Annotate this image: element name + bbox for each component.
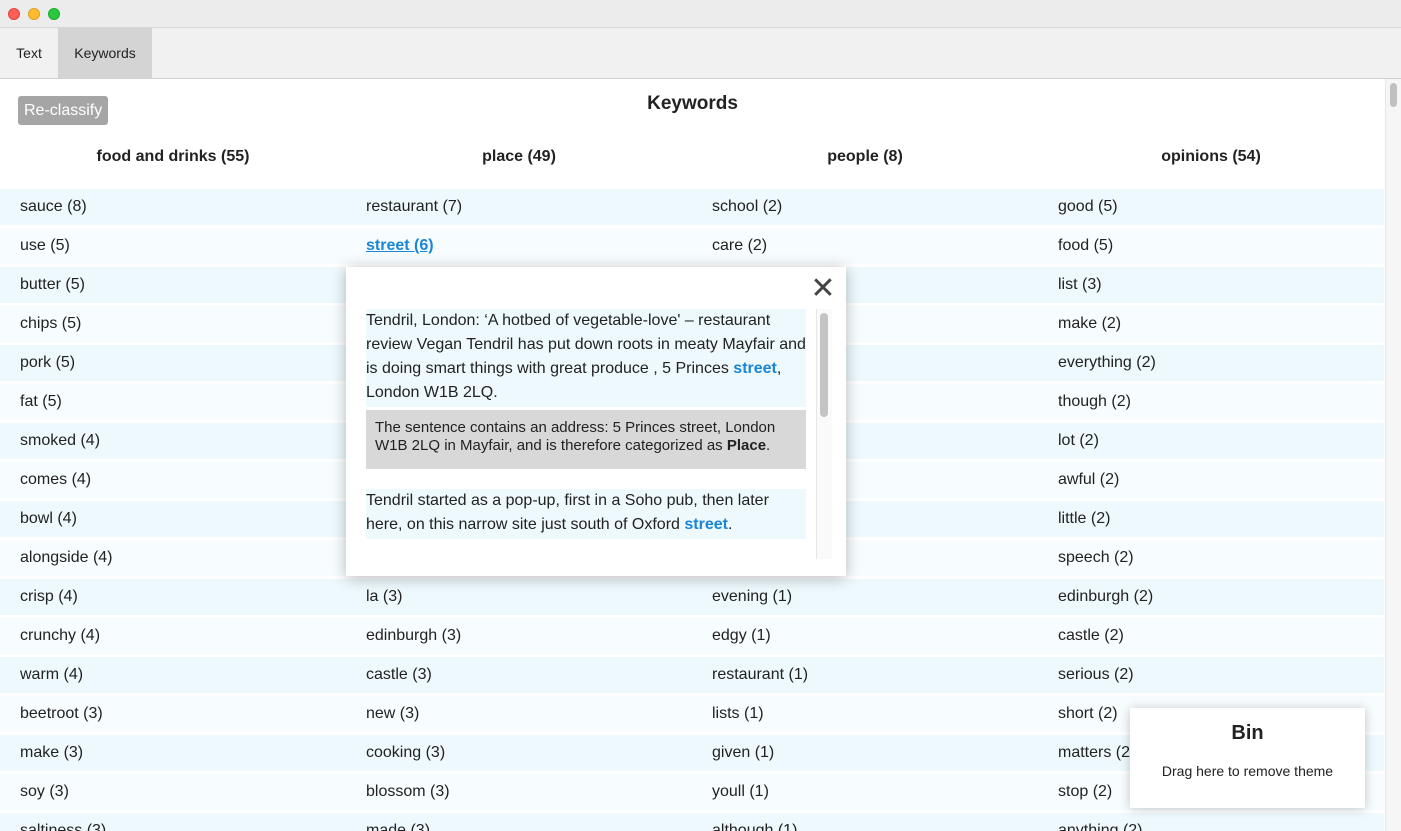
keyword-item[interactable]: awful (2) xyxy=(1038,462,1384,501)
keyword-item[interactable]: made (3) xyxy=(346,813,692,831)
sentence-item: Tendril, London: ‘A hotbed of vegetable-… xyxy=(366,309,806,407)
keyword-item[interactable]: make (3) xyxy=(0,735,346,774)
keyword-highlight: street xyxy=(684,516,728,533)
window-titlebar xyxy=(0,0,1401,28)
keyword-item[interactable]: comes (4) xyxy=(0,462,346,501)
theme-header[interactable]: opinions (54) xyxy=(1038,139,1384,189)
keyword-item[interactable]: little (2) xyxy=(1038,501,1384,540)
window-minimize-button[interactable] xyxy=(28,8,40,20)
bin-title: Bin xyxy=(1231,722,1264,744)
keyword-item[interactable]: care (2) xyxy=(692,228,1038,267)
popup-scrollbar[interactable] xyxy=(816,309,832,559)
keyword-item[interactable]: youll (1) xyxy=(692,774,1038,813)
keyword-item[interactable]: restaurant (1) xyxy=(692,657,1038,696)
keyword-item[interactable]: anything (2) xyxy=(1038,813,1384,831)
keyword-item[interactable]: good (5) xyxy=(1038,189,1384,228)
keyword-item[interactable]: street (6) xyxy=(346,228,692,267)
tab-text[interactable]: Text xyxy=(0,28,59,78)
keyword-item[interactable]: saltiness (3) xyxy=(0,813,346,831)
bin-drop-zone[interactable]: Bin Drag here to remove theme xyxy=(1130,708,1365,808)
keyword-item[interactable]: given (1) xyxy=(692,735,1038,774)
keyword-item[interactable]: pork (5) xyxy=(0,345,346,384)
keyword-sentences-popup: ✕ Tendril, London: ‘A hotbed of vegetabl… xyxy=(346,267,846,576)
keyword-item[interactable]: school (2) xyxy=(692,189,1038,228)
keyword-item[interactable]: butter (5) xyxy=(0,267,346,306)
explanation-category: Place xyxy=(726,437,767,454)
sentence-item: Tendril started as a pop-up, first in a … xyxy=(366,489,806,539)
keyword-item[interactable]: restaurant (7) xyxy=(346,189,692,228)
explanation-text: . xyxy=(766,437,771,454)
window-close-button[interactable] xyxy=(8,8,20,20)
theme-header[interactable]: food and drinks (55) xyxy=(0,139,346,189)
keyword-item[interactable]: chips (5) xyxy=(0,306,346,345)
keyword-item[interactable]: castle (3) xyxy=(346,657,692,696)
explanation-text: The sentence contains an address: 5 Prin… xyxy=(375,419,776,454)
keyword-item[interactable]: make (2) xyxy=(1038,306,1384,345)
keyword-item[interactable]: edgy (1) xyxy=(692,618,1038,657)
keyword-item[interactable]: la (3) xyxy=(346,579,692,618)
keyword-highlight: street xyxy=(733,360,777,377)
keyword-item[interactable]: lot (2) xyxy=(1038,423,1384,462)
classification-explanation: The sentence contains an address: 5 Prin… xyxy=(366,410,806,469)
popup-sentence-list: Tendril, London: ‘A hotbed of vegetable-… xyxy=(366,309,806,559)
page-title: Keywords xyxy=(647,93,738,114)
keyword-item[interactable]: fat (5) xyxy=(0,384,346,423)
keyword-item[interactable]: use (5) xyxy=(0,228,346,267)
theme-column: food and drinks (55) sauce (8) use (5) butt… xyxy=(0,139,346,831)
keyword-item[interactable]: food (5) xyxy=(1038,228,1384,267)
theme-header[interactable]: place (49) xyxy=(346,139,692,189)
keyword-item[interactable]: sauce (8) xyxy=(0,189,346,228)
keyword-item[interactable]: although (1) xyxy=(692,813,1038,831)
keyword-item[interactable]: speech (2) xyxy=(1038,540,1384,579)
keyword-item[interactable]: list (3) xyxy=(1038,267,1384,306)
keyword-item[interactable]: smoked (4) xyxy=(0,423,346,462)
keyword-item[interactable]: alongside (4) xyxy=(0,540,346,579)
keyword-item[interactable]: edinburgh (2) xyxy=(1038,579,1384,618)
keyword-item[interactable]: lists (1) xyxy=(692,696,1038,735)
keyword-item[interactable]: warm (4) xyxy=(0,657,346,696)
keyword-item[interactable]: edinburgh (3) xyxy=(346,618,692,657)
keyword-item[interactable]: crisp (4) xyxy=(0,579,346,618)
keyword-item[interactable]: though (2) xyxy=(1038,384,1384,423)
window-zoom-button[interactable] xyxy=(48,8,60,20)
theme-header[interactable]: people (8) xyxy=(692,139,1038,189)
keyword-item[interactable]: cooking (3) xyxy=(346,735,692,774)
popup-scrollbar-thumb[interactable] xyxy=(820,313,828,417)
keyword-item[interactable]: castle (2) xyxy=(1038,618,1384,657)
keyword-item[interactable]: crunchy (4) xyxy=(0,618,346,657)
keyword-item[interactable]: beetroot (3) xyxy=(0,696,346,735)
keyword-item[interactable]: new (3) xyxy=(346,696,692,735)
keyword-item[interactable]: evening (1) xyxy=(692,579,1038,618)
bin-hint: Drag here to remove theme xyxy=(1161,763,1334,779)
keyword-item[interactable]: blossom (3) xyxy=(346,774,692,813)
keyword-item[interactable]: everything (2) xyxy=(1038,345,1384,384)
tab-bar: Text Keywords xyxy=(0,28,1401,79)
keyword-item[interactable]: soy (3) xyxy=(0,774,346,813)
keyword-item[interactable]: serious (2) xyxy=(1038,657,1384,696)
tab-keywords[interactable]: Keywords xyxy=(59,28,152,78)
keyword-item[interactable]: bowl (4) xyxy=(0,501,346,540)
close-icon[interactable]: ✕ xyxy=(810,274,836,304)
page-scrollbar[interactable] xyxy=(1385,79,1401,831)
page-scrollbar-thumb[interactable] xyxy=(1390,83,1397,107)
sentence-text: . xyxy=(727,516,733,533)
